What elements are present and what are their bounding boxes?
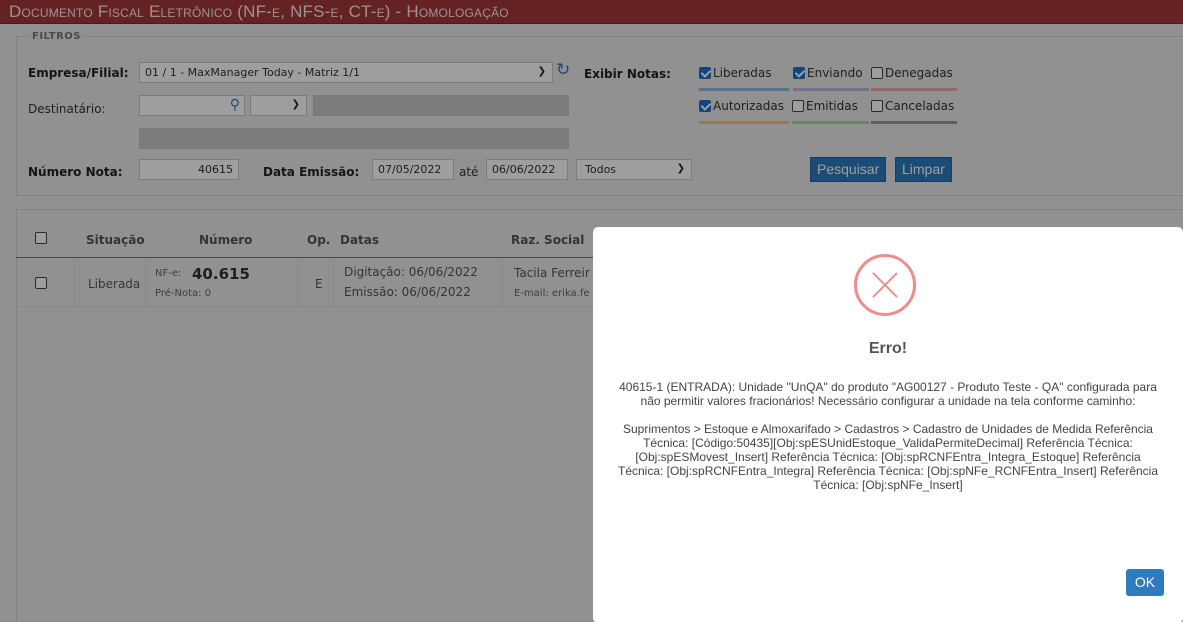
- error-title: Erro!: [868, 340, 908, 357]
- error-message: 40615-1 (ENTRADA): Unidade "UnQA" do pro…: [618, 380, 1158, 492]
- error-x-icon: [854, 254, 916, 316]
- ok-button[interactable]: OK: [1126, 569, 1164, 596]
